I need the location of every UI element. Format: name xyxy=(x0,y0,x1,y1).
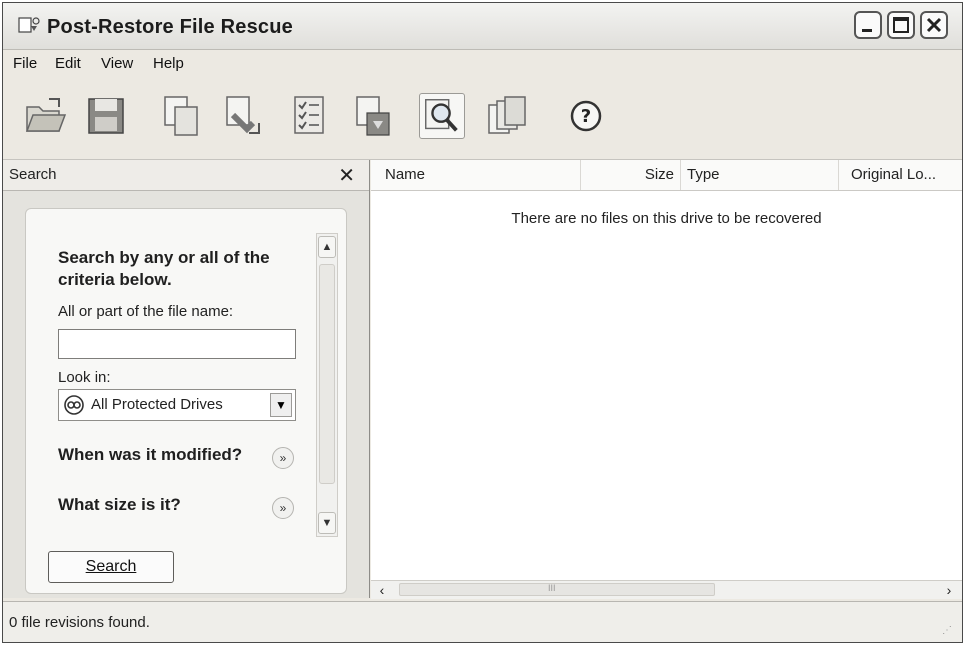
empty-list-message: There are no files on this drive to be r… xyxy=(511,210,822,227)
look-in-value: All Protected Drives xyxy=(91,396,223,413)
look-in-label: Look in: xyxy=(58,369,111,386)
menu-help[interactable]: Help xyxy=(153,55,184,72)
search-pane-header: Search ✕ xyxy=(3,160,369,191)
search-heading: Search by any or all of the criteria bel… xyxy=(58,248,270,289)
status-bar: 0 file revisions found. ⋰ xyxy=(3,601,962,642)
column-original-location[interactable]: Original Lo... xyxy=(839,160,962,190)
restore-icon[interactable] xyxy=(219,93,265,139)
save-icon[interactable] xyxy=(83,93,129,139)
menu-bar: File Edit View Help xyxy=(3,51,962,77)
expand-when-modified-icon[interactable]: » xyxy=(272,447,294,469)
filename-input[interactable] xyxy=(58,329,296,359)
what-size-label[interactable]: What size is it? xyxy=(58,495,181,515)
expand-what-size-icon[interactable]: » xyxy=(272,497,294,519)
when-modified-label[interactable]: When was it modified? xyxy=(58,445,242,465)
search-vertical-scrollbar[interactable]: ▲ ▼ xyxy=(316,233,338,537)
search-pane-title: Search xyxy=(9,166,57,183)
copy-icon[interactable] xyxy=(159,93,205,139)
column-type[interactable]: Type xyxy=(681,160,839,190)
recover-icon[interactable] xyxy=(349,93,395,139)
horizontal-scroll-thumb[interactable]: III xyxy=(399,583,715,596)
open-folder-icon[interactable] xyxy=(21,93,67,139)
scroll-left-icon[interactable]: ‹ xyxy=(373,582,391,598)
file-list-header: Name Size Type Original Lo... xyxy=(371,160,962,191)
resize-grip-icon[interactable]: ⋰ xyxy=(942,625,956,639)
menu-file[interactable]: File xyxy=(13,55,37,72)
app-window: Post-Restore File Rescue File Edit View … xyxy=(2,2,963,643)
close-icon[interactable]: ✕ xyxy=(338,163,355,188)
title-bar[interactable]: Post-Restore File Rescue xyxy=(3,3,962,50)
scroll-grip: III xyxy=(548,583,556,593)
look-in-dropdown[interactable]: All Protected Drives ▼ xyxy=(58,389,296,421)
versions-icon[interactable] xyxy=(483,93,529,139)
menu-edit[interactable]: Edit xyxy=(55,55,81,72)
column-name[interactable]: Name xyxy=(371,160,581,190)
help-icon[interactable]: ? xyxy=(563,93,609,139)
checklist-icon[interactable] xyxy=(287,93,333,139)
toolbar: ? xyxy=(3,79,962,160)
search-button[interactable]: Search xyxy=(48,551,174,583)
chevron-down-icon[interactable]: ▼ xyxy=(270,393,292,417)
scroll-down-icon[interactable]: ▼ xyxy=(318,512,336,534)
search-pane: Search ✕ Search by any or all of the cri… xyxy=(3,160,370,598)
menu-view[interactable]: View xyxy=(101,55,133,72)
status-text: 0 file revisions found. xyxy=(9,614,150,631)
window-title: Post-Restore File Rescue xyxy=(47,16,293,38)
file-list-pane: Name Size Type Original Lo... There are … xyxy=(371,160,962,599)
column-size[interactable]: Size xyxy=(581,160,681,190)
close-button[interactable] xyxy=(920,11,948,39)
horizontal-scrollbar[interactable]: ‹ III › xyxy=(371,580,962,599)
scroll-up-icon[interactable]: ▲ xyxy=(318,236,336,258)
app-icon xyxy=(17,15,41,37)
scroll-thumb[interactable] xyxy=(319,264,335,484)
minimize-button[interactable] xyxy=(854,11,882,39)
protected-drive-icon xyxy=(63,394,85,416)
filename-label: All or part of the file name: xyxy=(58,303,234,320)
search-criteria-panel: Search by any or all of the criteria bel… xyxy=(25,208,347,594)
maximize-button[interactable] xyxy=(887,11,915,39)
scroll-right-icon[interactable]: › xyxy=(940,582,958,598)
search-tool-icon[interactable] xyxy=(419,93,465,139)
svg-text:?: ? xyxy=(581,106,591,127)
